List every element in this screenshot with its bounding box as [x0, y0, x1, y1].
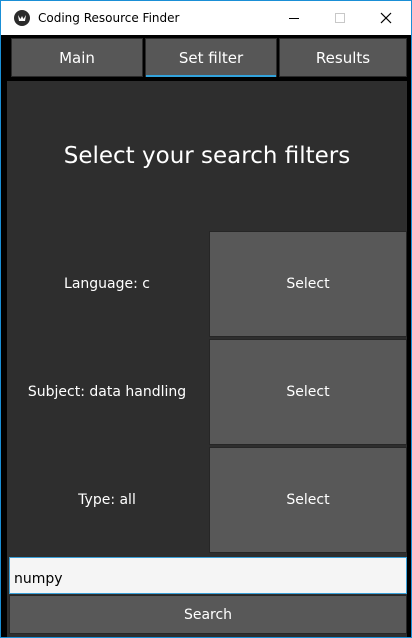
button-label: Select: [286, 492, 330, 508]
tab-results[interactable]: Results: [279, 38, 407, 77]
type-filter-label: Type: all: [78, 492, 136, 508]
minimize-icon: [289, 18, 299, 19]
tab-main[interactable]: Main: [11, 38, 143, 77]
select-subject-button[interactable]: Select: [209, 339, 407, 445]
filter-panel: Select your search filters Language: c S…: [7, 81, 407, 637]
active-tab-indicator: [146, 75, 276, 77]
select-type-button[interactable]: Select: [209, 447, 407, 553]
tab-label: Results: [315, 48, 371, 67]
tab-label: Main: [59, 48, 95, 67]
language-filter-label: Language: c: [64, 276, 150, 292]
close-icon: [380, 12, 392, 24]
search-button[interactable]: Search: [9, 595, 407, 634]
select-language-button[interactable]: Select: [209, 231, 407, 337]
app-logo-icon: [14, 10, 30, 26]
button-label: Search: [183, 606, 233, 623]
window-title: Coding Resource Finder: [38, 11, 180, 25]
minimize-button[interactable]: [271, 1, 317, 35]
search-input[interactable]: [9, 557, 407, 594]
button-label: Select: [286, 276, 330, 292]
tab-label: Set filter: [178, 48, 244, 67]
tab-bar: Main Set filter Results: [1, 35, 411, 79]
maximize-button[interactable]: [317, 1, 363, 35]
title-bar[interactable]: Coding Resource Finder: [1, 1, 411, 35]
button-label: Select: [286, 384, 330, 400]
maximize-icon: [335, 13, 345, 23]
app-window: Coding Resource Finder Main Set filter R…: [0, 0, 412, 638]
page-title: Select your search filters: [63, 143, 351, 169]
subject-filter-label: Subject: data handling: [27, 384, 187, 400]
close-button[interactable]: [363, 1, 409, 35]
tab-set-filter[interactable]: Set filter: [145, 38, 277, 77]
app-content: Main Set filter Results Select your sear…: [1, 35, 411, 637]
